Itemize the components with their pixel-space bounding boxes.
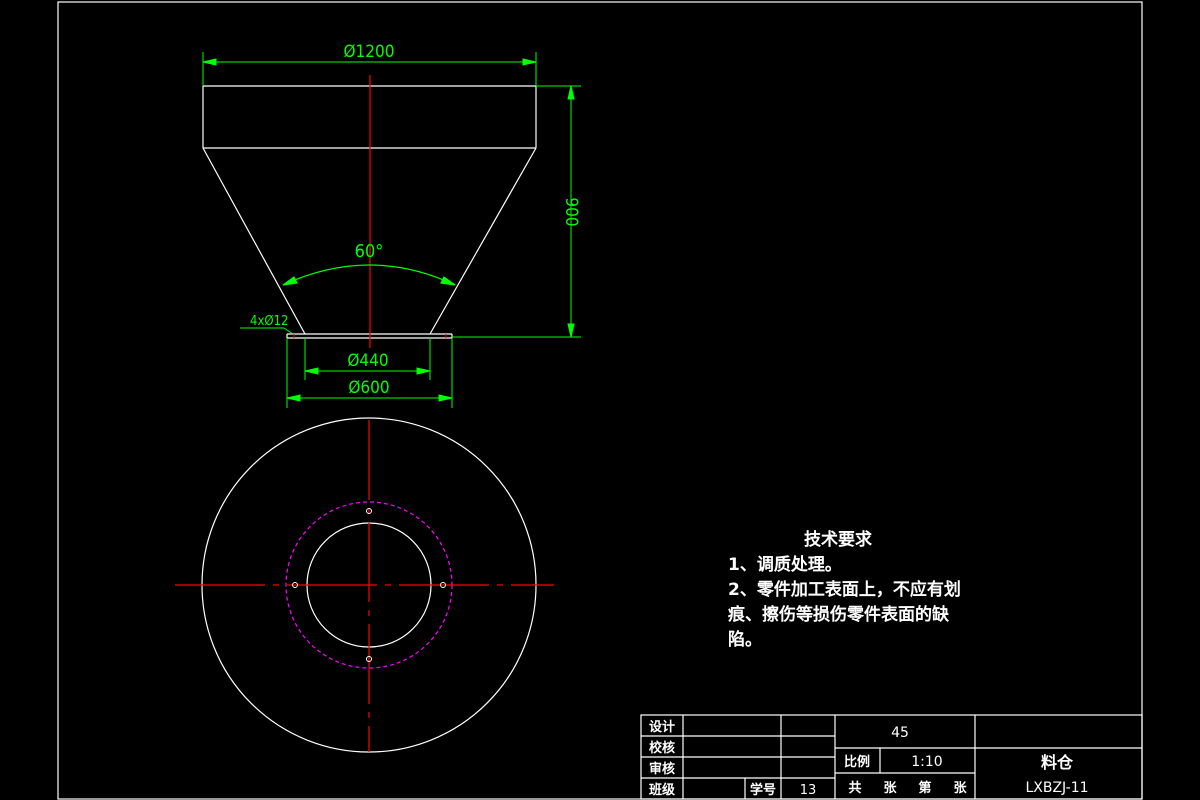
label-sheet-no: 第 [918, 780, 931, 796]
drawing-frame [57, 1, 1143, 800]
label-sheet-unit-2: 张 [953, 781, 967, 796]
dim-angle-label: 60° [355, 241, 384, 262]
dim-angle [282, 264, 456, 286]
part-name: 料仓 [1041, 753, 1074, 772]
requirement-line-3: 痕、擦伤等损伤零件表面的缺 [728, 605, 949, 625]
label-student-id: 学号 [750, 782, 776, 798]
dim-inner-diameter-label: Ø440 [347, 351, 388, 371]
technical-requirements: 技术要求 1、调质处理。 2、零件加工表面上，不应有划 痕、擦伤等损伤零件表面的… [728, 528, 1018, 653]
label-sheet-unit-1: 张 [883, 781, 897, 796]
label-check: 校核 [649, 740, 675, 756]
requirement-line-1: 1、调质处理。 [728, 555, 842, 575]
dim-height-label: 900 [561, 197, 581, 226]
drawing-number: LXBZJ-11 [1025, 780, 1088, 796]
value-student-id: 13 [800, 783, 817, 798]
label-class: 班级 [649, 782, 676, 798]
dim-flange-diameter-label: Ø600 [348, 378, 389, 398]
label-design: 设计 [649, 719, 675, 735]
dim-top-diameter-label: Ø1200 [344, 42, 395, 62]
drawing-canvas: Ø1200 900 60° 4xØ12 Ø440 Ø600 设计 校核 审核 班… [57, 1, 1143, 800]
dim-holes-label: 4xØ12 [250, 314, 288, 329]
value-scale: 1:10 [911, 754, 942, 770]
requirement-line-2: 2、零件加工表面上，不应有划 [728, 580, 961, 600]
label-review: 审核 [649, 761, 675, 777]
value-material: 45 [891, 725, 909, 741]
label-sheets-total: 共 [848, 780, 861, 796]
hopper-top-view [175, 417, 554, 753]
label-scale: 比例 [844, 754, 870, 770]
requirement-line-4: 陷。 [728, 630, 762, 650]
technical-requirements-title: 技术要求 [804, 530, 872, 550]
title-block-text: 设计 校核 审核 班级 学号 13 45 比例 1:10 共 张 第 张 料仓 … [649, 719, 1089, 798]
